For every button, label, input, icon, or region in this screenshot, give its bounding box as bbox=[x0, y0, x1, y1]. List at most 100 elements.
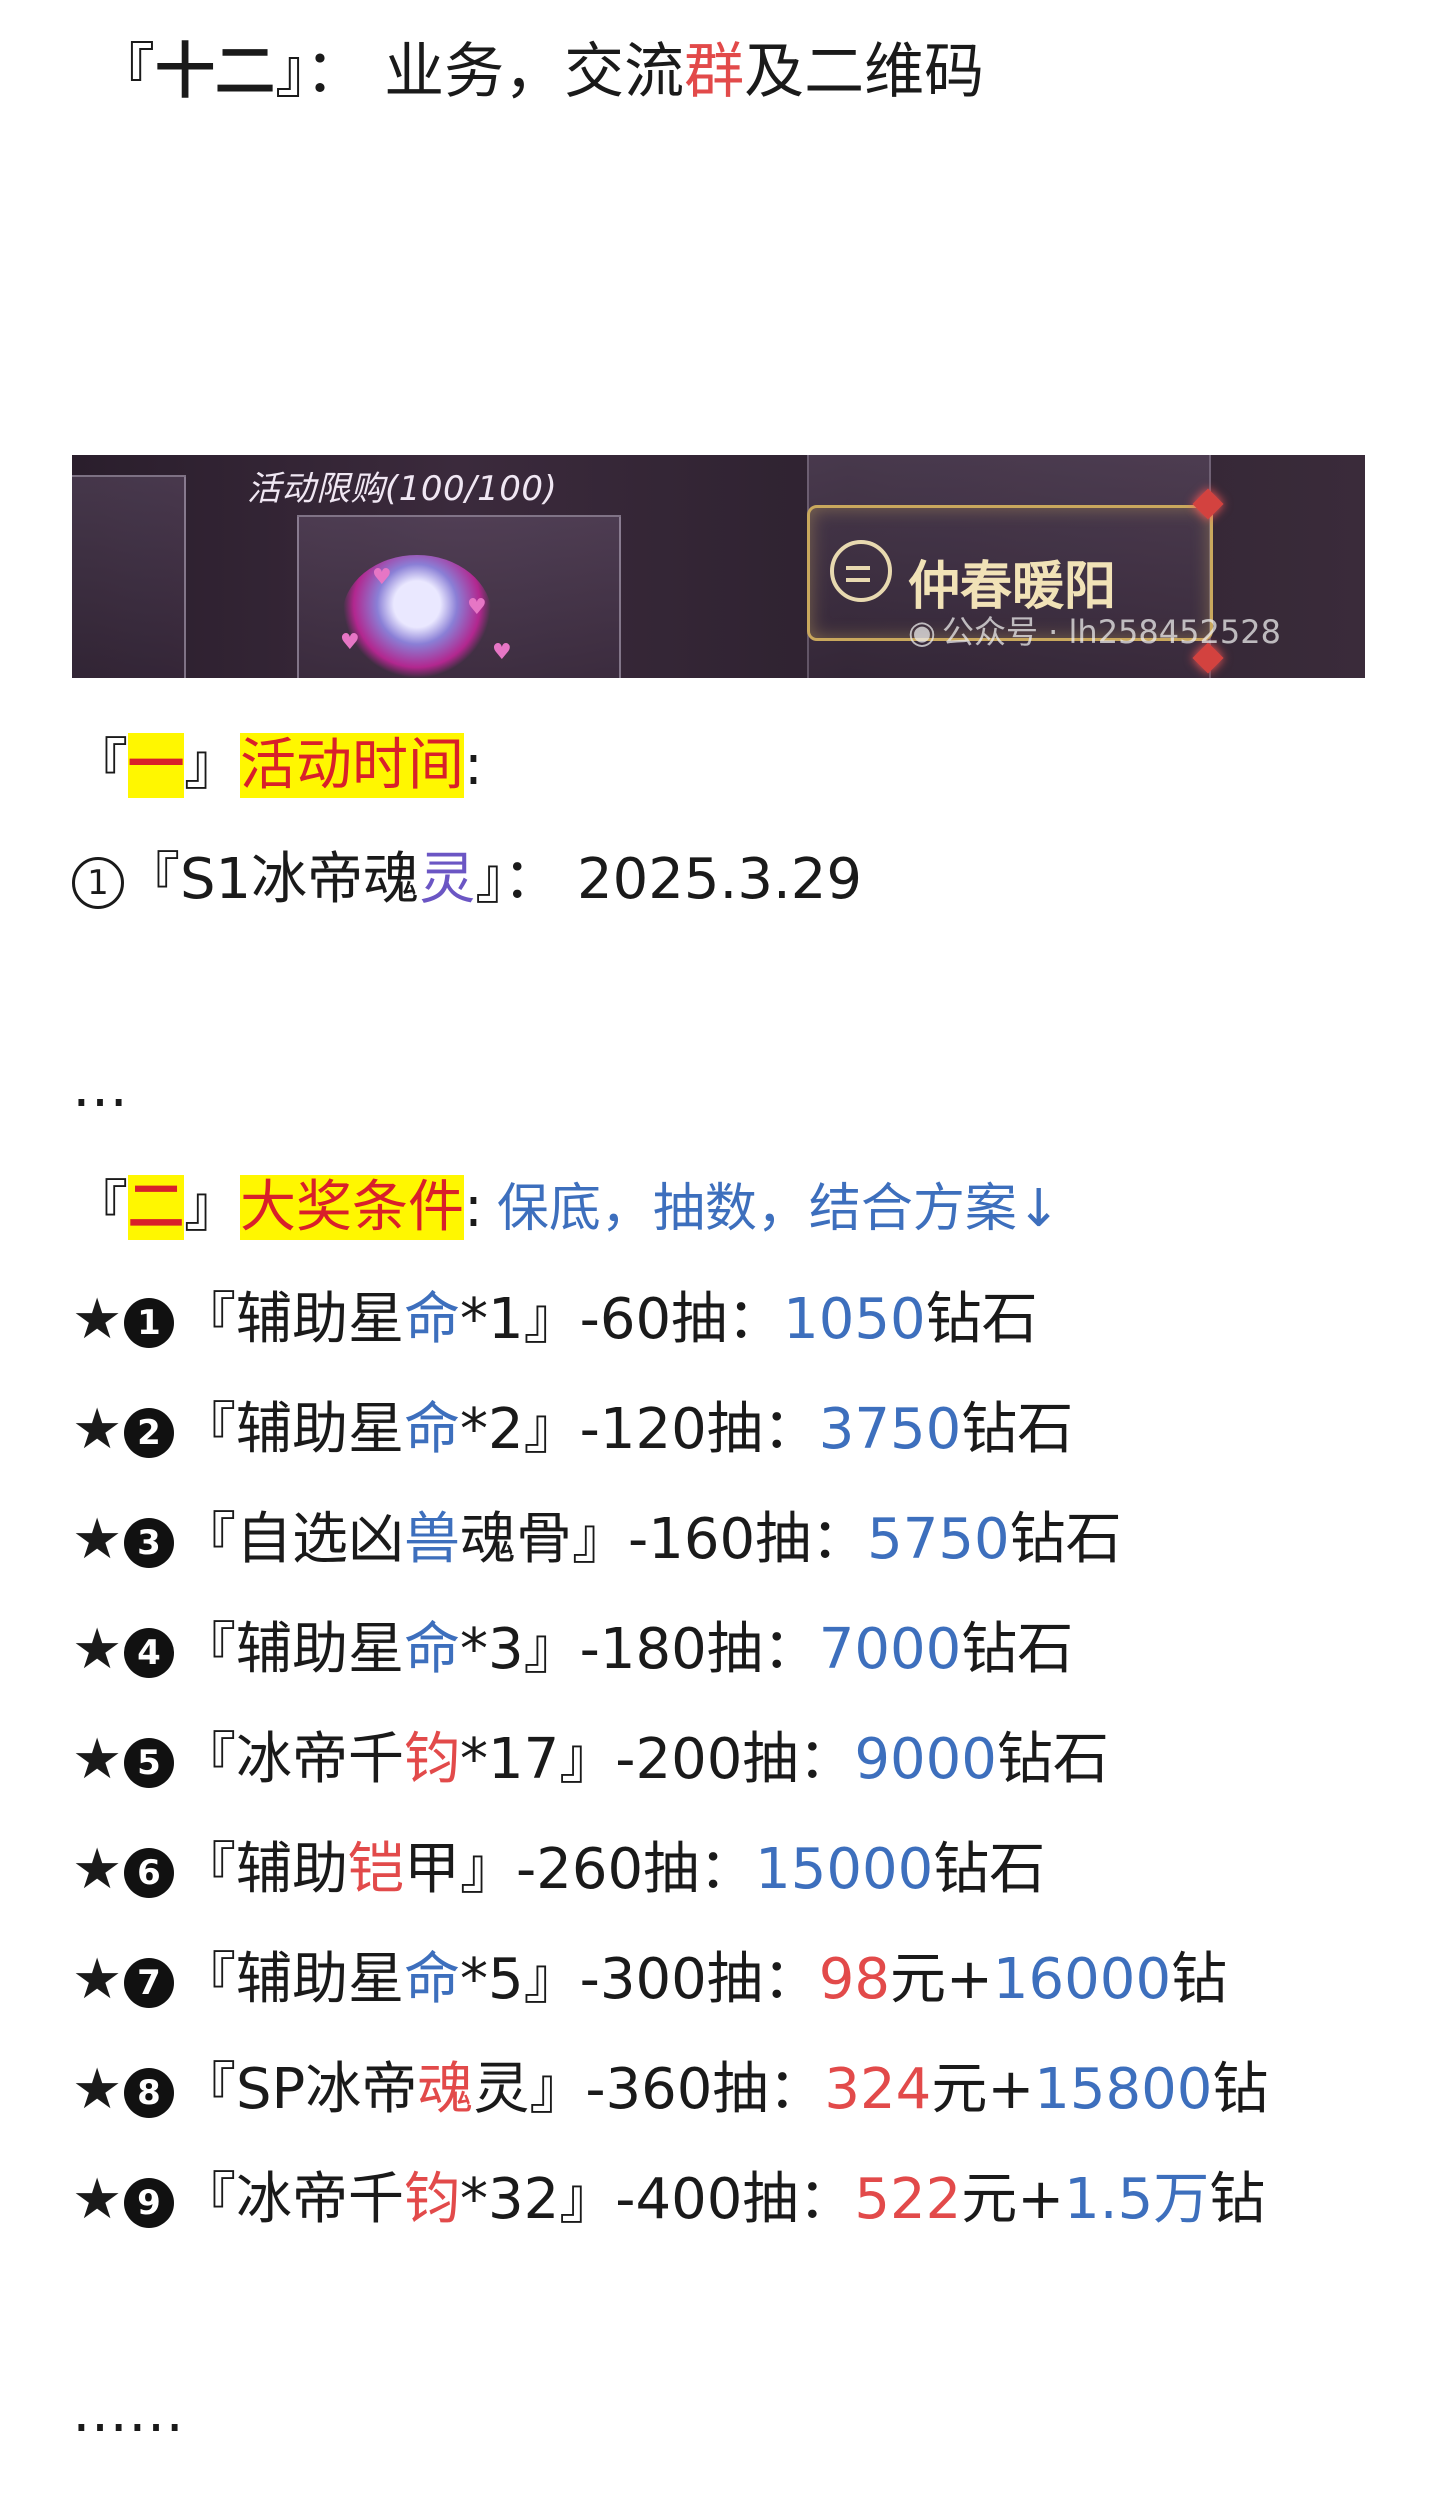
star-icon: ★ bbox=[72, 1287, 123, 1352]
section1-close: 』 bbox=[184, 733, 240, 798]
ellipsis: … bbox=[72, 1055, 128, 1120]
reward-name-a: 『辅助 bbox=[180, 1837, 348, 1902]
reward-price: 522 bbox=[854, 2167, 962, 2232]
section-heading-prize: 『二』大奖条件: 保底，抽数，结合方案↓ bbox=[72, 1175, 1060, 1240]
heart-icon: ♥ bbox=[340, 630, 360, 655]
reward-unit-2: 钻 bbox=[1212, 2057, 1269, 2122]
star-icon: ★ bbox=[72, 2167, 123, 2232]
reward-name-a: 『辅助星 bbox=[180, 1947, 404, 2012]
reward-price: 324 bbox=[824, 2057, 932, 2122]
reward-name-accent: 铠 bbox=[348, 1837, 404, 1902]
reward-number: 8 bbox=[124, 2068, 174, 2118]
ellipsis: …… bbox=[72, 2380, 184, 2445]
star-icon: ★ bbox=[72, 1947, 123, 2012]
reward-row: ★ 7 『辅助星命*5』-300抽：98元+16000钻 bbox=[72, 1952, 1227, 2008]
reward-row: ★ 6 『辅助铠甲』-260抽：15000钻石 bbox=[72, 1842, 1045, 1898]
reward-unit: 钻石 bbox=[996, 1727, 1109, 1792]
reward-name-accent: 命 bbox=[404, 1617, 460, 1682]
heart-icon: ♥ bbox=[492, 640, 512, 665]
reward-value: 9000 bbox=[854, 1727, 997, 1792]
section-heading-time: 『一』活动时间: bbox=[72, 733, 483, 798]
title-open: 『 bbox=[95, 37, 155, 107]
activity-date-row: 1 『S1冰帝魂灵』： 2025.3.29 bbox=[72, 852, 862, 909]
reward-unit: 钻石 bbox=[933, 1837, 1046, 1902]
title-text-red: 群 bbox=[684, 37, 745, 107]
heart-icon: ♥ bbox=[372, 565, 392, 590]
reward-unit: 元+ bbox=[890, 1947, 993, 2012]
reward-name-accent: 命 bbox=[404, 1397, 460, 1462]
reward-unit-2: 钻 bbox=[1171, 1947, 1228, 2012]
reward-row: ★ 2 『辅助星命*2』-120抽：3750钻石 bbox=[72, 1402, 1073, 1458]
brand-logo-icon bbox=[830, 540, 892, 602]
star-icon: ★ bbox=[72, 1837, 123, 1902]
reward-value: 1.5万 bbox=[1064, 2167, 1210, 2232]
reward-value: 15000 bbox=[755, 1837, 934, 1902]
section2-name: 大奖条件 bbox=[240, 1175, 464, 1240]
reward-name-accent: 钧 bbox=[404, 2167, 460, 2232]
section1-open: 『 bbox=[72, 733, 128, 798]
reward-number: 1 bbox=[124, 1298, 174, 1348]
section1-colon: : bbox=[464, 733, 483, 798]
reward-name-b: *32』-400抽： bbox=[460, 2167, 855, 2232]
reward-name-b: *1』-60抽： bbox=[460, 1287, 784, 1352]
reward-name-a: 『SP冰帝 bbox=[180, 2057, 418, 2122]
reward-name-a: 『辅助星 bbox=[180, 1397, 404, 1462]
star-icon: ★ bbox=[72, 1397, 123, 1462]
watermark: ◉ 公众号 · lh258452528 bbox=[902, 607, 1281, 653]
reward-name-b: 甲』-260抽： bbox=[404, 1837, 756, 1902]
reward-name-accent: 兽 bbox=[404, 1507, 460, 1572]
star-icon: ★ bbox=[72, 2057, 123, 2122]
star-icon: ★ bbox=[72, 1727, 123, 1792]
reward-number: 7 bbox=[124, 1958, 174, 2008]
reward-name-accent: 魂 bbox=[417, 2057, 474, 2122]
circled-number: 1 bbox=[72, 857, 124, 909]
date-label-open: 『S1冰帝魂 bbox=[124, 847, 420, 912]
reward-name-a: 『自选凶 bbox=[180, 1507, 404, 1572]
star-icon: ★ bbox=[72, 1507, 123, 1572]
section2-open: 『 bbox=[72, 1175, 128, 1240]
reward-name-a: 『辅助星 bbox=[180, 1287, 404, 1352]
section1-name: 活动时间 bbox=[240, 733, 464, 798]
reward-number: 9 bbox=[124, 2178, 174, 2228]
watermark-text: 公众号 · lh258452528 bbox=[942, 613, 1281, 651]
reward-number: 5 bbox=[124, 1738, 174, 1788]
section2-number: 二 bbox=[128, 1175, 184, 1240]
reward-value: 15800 bbox=[1034, 2057, 1213, 2122]
reward-value: 3750 bbox=[818, 1397, 962, 1462]
reward-row: ★ 4 『辅助星命*3』-180抽：7000钻石 bbox=[72, 1622, 1073, 1678]
activity-date: 2025.3.29 bbox=[577, 847, 863, 912]
glass-box-left bbox=[72, 475, 186, 678]
section2-colon: : bbox=[464, 1175, 483, 1240]
reward-name-b: *2』-120抽： bbox=[460, 1397, 819, 1462]
reward-unit: 元+ bbox=[931, 2057, 1035, 2122]
reward-row: ★ 8 『SP冰帝魂灵』-360抽：324元+15800钻 bbox=[72, 2062, 1268, 2118]
reward-number: 3 bbox=[124, 1518, 174, 1568]
section2-close: 』 bbox=[184, 1175, 240, 1240]
star-icon: ★ bbox=[72, 1617, 123, 1682]
reward-unit-2: 钻 bbox=[1209, 2167, 1266, 2232]
reward-name-accent: 命 bbox=[404, 1287, 460, 1352]
title-text-a: 业务，交流 bbox=[384, 37, 685, 107]
reward-name-a: 『辅助星 bbox=[180, 1617, 404, 1682]
reward-name-accent: 命 bbox=[404, 1947, 460, 2012]
reward-row: ★ 3 『自选凶兽魂骨』-160抽：5750钻石 bbox=[72, 1512, 1122, 1568]
reward-value: 7000 bbox=[818, 1617, 962, 1682]
reward-name-b: 魂骨』-160抽： bbox=[460, 1507, 868, 1572]
reward-name-b: 灵』-360抽： bbox=[473, 2057, 825, 2122]
reward-row: ★ 1 『辅助星命*1』-60抽：1050钻石 bbox=[72, 1292, 1038, 1348]
wechat-icon: ◉ bbox=[908, 613, 936, 651]
reward-name-a: 『冰帝千 bbox=[180, 1727, 404, 1792]
reward-number: 6 bbox=[124, 1848, 174, 1898]
heart-icon: ♥ bbox=[467, 595, 487, 620]
reward-number: 2 bbox=[124, 1408, 174, 1458]
reward-unit: 钻石 bbox=[961, 1617, 1074, 1682]
date-label-accent: 灵 bbox=[419, 847, 476, 912]
purchase-limit-label: 活动限购(100/100) bbox=[247, 469, 558, 509]
page-title: 『十二』： 业务，交流群及二维码 bbox=[95, 42, 984, 102]
reward-unit: 钻石 bbox=[925, 1287, 1038, 1352]
reward-row: ★ 9 『冰帝千钧*32』-400抽：522元+1.5万钻 bbox=[72, 2172, 1265, 2228]
title-text-b: 及二维码 bbox=[744, 37, 985, 107]
reward-value: 1050 bbox=[783, 1287, 926, 1352]
reward-name-accent: 钧 bbox=[404, 1727, 460, 1792]
reward-unit: 元+ bbox=[961, 2167, 1065, 2232]
